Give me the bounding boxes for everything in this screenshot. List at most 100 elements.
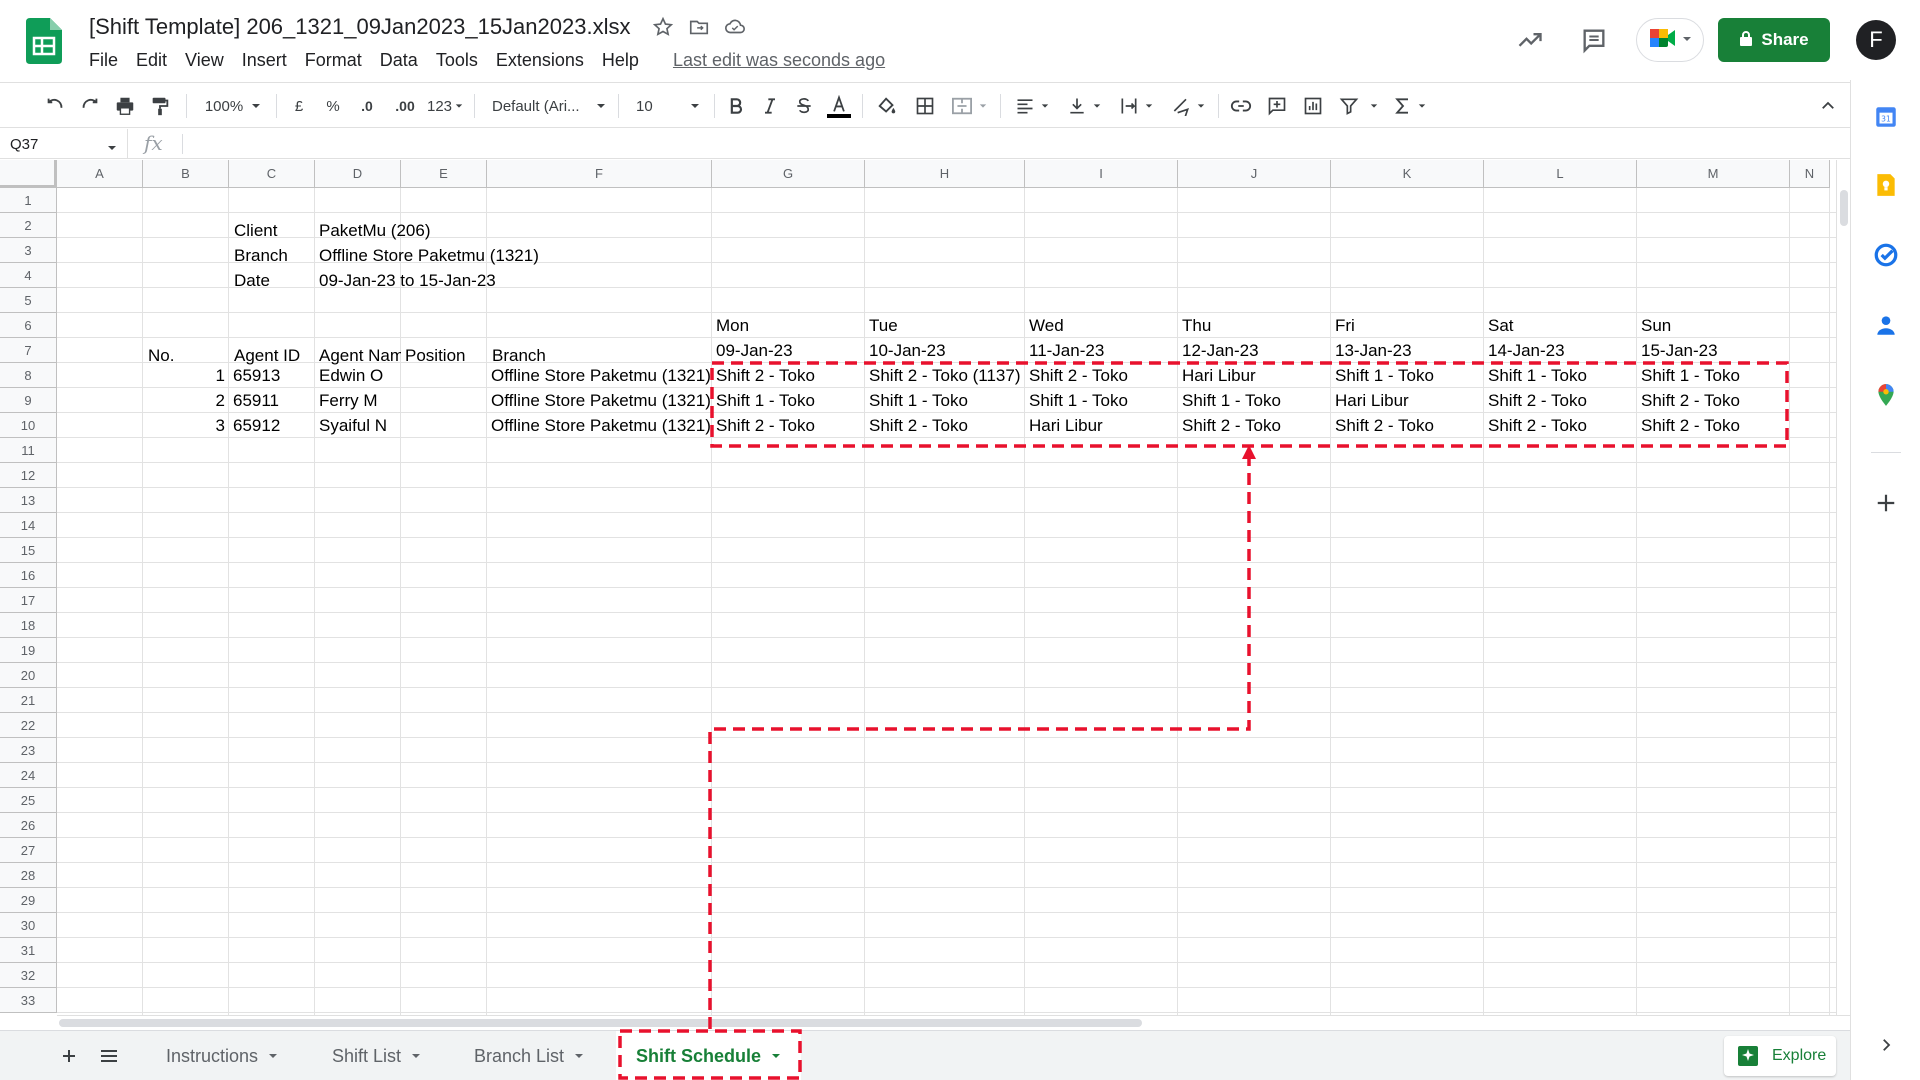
row-header-2[interactable]: 2 [0, 213, 57, 238]
move-folder-icon[interactable] [686, 14, 712, 40]
tab-instructions[interactable]: Instructions [146, 1031, 298, 1080]
shift-cell[interactable]: Shift 2 - Toko [1637, 413, 1790, 438]
row-header-22[interactable]: 22 [0, 713, 57, 738]
shift-cell[interactable]: Shift 2 - Toko [1025, 363, 1178, 388]
menu-file[interactable]: File [89, 50, 127, 71]
font-family-select[interactable]: Default (Ari... [486, 91, 612, 121]
date-header[interactable]: 15-Jan-23 [1637, 338, 1790, 363]
document-title[interactable]: [Shift Template] 206_1321_09Jan2023_15Ja… [89, 14, 630, 40]
shift-cell[interactable]: Shift 2 - Toko [1484, 388, 1637, 413]
client-label[interactable]: Client [230, 218, 281, 243]
comments-icon[interactable] [1576, 22, 1612, 58]
maps-icon[interactable] [1871, 380, 1901, 410]
shift-cell[interactable]: Shift 2 - Toko [712, 413, 865, 438]
menu-extensions[interactable]: Extensions [496, 50, 593, 71]
row-header-28[interactable]: 28 [0, 863, 57, 888]
column-header-c[interactable]: C [229, 160, 315, 188]
collapse-menus-icon[interactable] [1814, 91, 1842, 121]
row-header-32[interactable]: 32 [0, 963, 57, 988]
agent-no-cell[interactable]: 1 [143, 363, 229, 388]
paint-format-icon[interactable] [145, 91, 175, 121]
agent-branch-cell[interactable]: Offline Store Paketmu (1321) [487, 363, 712, 388]
date-header[interactable]: 13-Jan-23 [1331, 338, 1484, 363]
spreadsheet-grid[interactable]: ABCDEFGHIJKLMN 1 2 3 4 5 6 7 8 9 10 11 12 13 14 15 16 17… [0, 160, 1850, 1015]
row-header-26[interactable]: 26 [0, 813, 57, 838]
agent-name-cell[interactable]: Ferry M [315, 388, 401, 413]
strikethrough-icon[interactable] [790, 91, 818, 121]
row-header-18[interactable]: 18 [0, 613, 57, 638]
column-header-d[interactable]: D [315, 160, 401, 188]
row-header-31[interactable]: 31 [0, 938, 57, 963]
shift-cell[interactable]: Hari Libur [1331, 388, 1484, 413]
tab-branch-list[interactable]: Branch List [454, 1031, 604, 1080]
client-value[interactable]: PaketMu (206) [315, 218, 435, 243]
insert-comment-icon[interactable] [1262, 91, 1292, 121]
insert-chart-icon[interactable] [1298, 91, 1328, 121]
row-header-21[interactable]: 21 [0, 688, 57, 713]
row-header-6[interactable]: 6 [0, 313, 57, 338]
day-header-sat[interactable]: Sat [1484, 313, 1637, 338]
text-wrap-icon[interactable] [1114, 91, 1158, 121]
decrease-decimal-button[interactable]: .0 [354, 91, 380, 121]
shift-cell[interactable]: Shift 2 - Toko [1178, 413, 1331, 438]
menu-insert[interactable]: Insert [242, 50, 296, 71]
more-formats-button[interactable]: 123 [424, 91, 466, 121]
redo-icon[interactable] [75, 91, 105, 121]
vertical-scrollbar[interactable] [1836, 160, 1850, 1015]
vertical-align-icon[interactable] [1062, 91, 1106, 121]
explore-button[interactable]: Explore [1724, 1036, 1836, 1076]
tasks-icon[interactable] [1871, 240, 1901, 270]
row-header-20[interactable]: 20 [0, 663, 57, 688]
vertical-scroll-thumb[interactable] [1840, 190, 1848, 226]
horizontal-scroll-thumb[interactable] [59, 1019, 1142, 1027]
day-header-sun[interactable]: Sun [1637, 313, 1790, 338]
contacts-icon[interactable] [1871, 310, 1901, 340]
agent-id-cell[interactable]: 65913 [229, 363, 315, 388]
cloud-status-icon[interactable] [722, 14, 748, 40]
currency-format-button[interactable]: £ [288, 91, 310, 121]
meet-button[interactable] [1636, 18, 1704, 62]
column-header-b[interactable]: B [143, 160, 229, 188]
shift-cell[interactable]: Shift 1 - Toko [1025, 388, 1178, 413]
filter-icon[interactable] [1334, 91, 1364, 121]
menu-help[interactable]: Help [602, 50, 648, 71]
text-color-icon[interactable] [824, 91, 854, 121]
shift-cell[interactable]: Shift 1 - Toko [1178, 388, 1331, 413]
row-header-9[interactable]: 9 [0, 388, 57, 413]
row-header-15[interactable]: 15 [0, 538, 57, 563]
agent-id-cell[interactable]: 65911 [229, 388, 315, 413]
name-box[interactable]: Q37 [0, 129, 128, 159]
zoom-select[interactable]: 100% [198, 91, 268, 121]
shift-cell[interactable]: Shift 1 - Toko [712, 388, 865, 413]
shift-cell[interactable]: Shift 2 - Toko [1484, 413, 1637, 438]
filter-views-dropdown[interactable] [1364, 91, 1384, 121]
day-header-tue[interactable]: Tue [865, 313, 1025, 338]
agent-position-cell[interactable] [401, 388, 487, 413]
row-header-30[interactable]: 30 [0, 913, 57, 938]
add-sheet-icon[interactable] [54, 1041, 84, 1071]
column-header-e[interactable]: E [401, 160, 487, 188]
column-header-m[interactable]: M [1637, 160, 1790, 188]
row-header-13[interactable]: 13 [0, 488, 57, 513]
row-header-1[interactable]: 1 [0, 188, 57, 213]
agent-position-cell[interactable] [401, 413, 487, 438]
increase-decimal-button[interactable]: .00 [390, 91, 420, 121]
date-header[interactable]: 09-Jan-23 [712, 338, 865, 363]
row-header-4[interactable]: 4 [0, 263, 57, 288]
all-sheets-icon[interactable] [94, 1041, 124, 1071]
agent-branch-cell[interactable]: Offline Store Paketmu (1321) [487, 388, 712, 413]
keep-icon[interactable] [1871, 170, 1901, 200]
date-header[interactable]: 14-Jan-23 [1484, 338, 1637, 363]
agent-no-cell[interactable]: 2 [143, 388, 229, 413]
column-header-f[interactable]: F [487, 160, 712, 188]
menu-format[interactable]: Format [305, 50, 371, 71]
account-avatar[interactable]: F [1856, 20, 1896, 60]
date-header[interactable]: 10-Jan-23 [865, 338, 1025, 363]
date-header[interactable]: 11-Jan-23 [1025, 338, 1178, 363]
column-header-k[interactable]: K [1331, 160, 1484, 188]
branch-label[interactable]: Branch [230, 243, 292, 268]
last-edit-link[interactable]: Last edit was seconds ago [673, 50, 894, 71]
row-header-33[interactable]: 33 [0, 988, 57, 1013]
column-header-h[interactable]: H [865, 160, 1025, 188]
row-header-10[interactable]: 10 [0, 413, 57, 438]
